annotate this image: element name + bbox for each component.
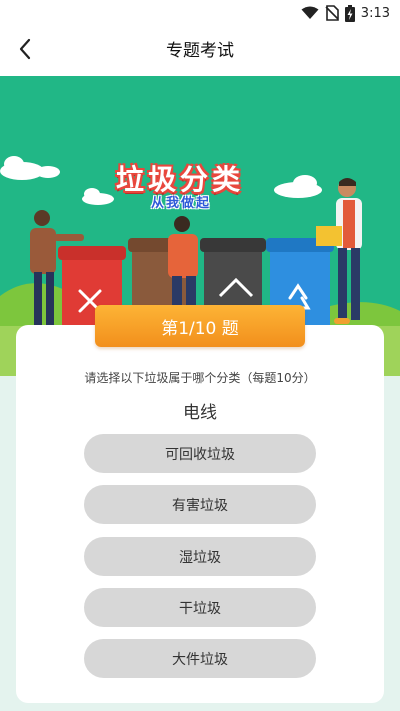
status-bar: 3:13 — [0, 0, 400, 26]
question-instruction: 请选择以下垃圾属于哪个分类（每题10分） — [84, 371, 316, 385]
battery-charging-icon — [344, 4, 355, 22]
no-sim-icon — [325, 5, 339, 21]
option-dry-waste-button[interactable]: 干垃圾 — [84, 588, 316, 627]
app-bar: 专题考试 — [0, 26, 400, 76]
option-bulky-waste-button[interactable]: 大件垃圾 — [84, 639, 316, 678]
chevron-left-icon — [18, 38, 32, 64]
status-icons: 3:13 — [301, 4, 390, 22]
back-button[interactable] — [8, 34, 42, 68]
question-item-name: 电线 — [183, 403, 217, 423]
wifi-icon — [301, 6, 319, 20]
page-title: 专题考试 — [166, 41, 234, 61]
question-progress-badge: 第1/10 题 — [95, 305, 305, 347]
option-hazardous-button[interactable]: 有害垃圾 — [84, 485, 316, 524]
option-recyclable-button[interactable]: 可回收垃圾 — [84, 434, 316, 473]
banner-subtitle: 从我做起 — [150, 196, 211, 211]
status-time: 3:13 — [360, 5, 390, 21]
option-wet-waste-button[interactable]: 湿垃圾 — [84, 537, 316, 576]
